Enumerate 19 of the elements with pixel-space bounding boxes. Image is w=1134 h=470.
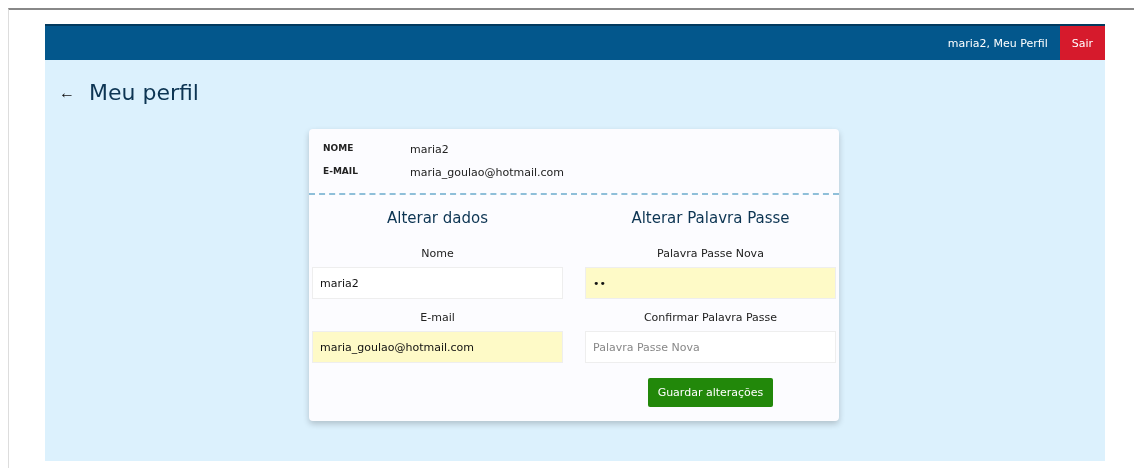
info-label: NOME	[323, 143, 355, 155]
field-label: Nome	[421, 247, 454, 260]
form-title: Alterar Palavra Passe	[630, 209, 791, 227]
save-button[interactable]: Guardar alterações	[647, 378, 774, 407]
field-label: Palavra Passe Nova	[657, 247, 764, 260]
input-field[interactable]: maria2	[312, 267, 563, 299]
input-field[interactable]: Palavra Passe Nova	[585, 331, 836, 363]
info-value: maria2	[410, 143, 450, 156]
input-field[interactable]: maria_goulao@hotmail.com	[312, 331, 563, 363]
page-title: Meu perfil	[89, 80, 199, 105]
profile-link[interactable]: maria2, Meu Perfil	[935, 26, 1060, 60]
info-value: maria_goulao@hotmail.com	[410, 166, 566, 179]
logout-button[interactable]: Sair	[1059, 26, 1105, 60]
form-title: Alterar dados	[385, 209, 490, 227]
info-label: E-MAIL	[323, 166, 359, 178]
back-button[interactable]: ←	[59, 83, 75, 102]
input-field[interactable]: ••	[585, 267, 836, 299]
field-label: E-mail	[420, 311, 455, 324]
field-label: Confirmar Palavra Passe	[643, 311, 778, 324]
